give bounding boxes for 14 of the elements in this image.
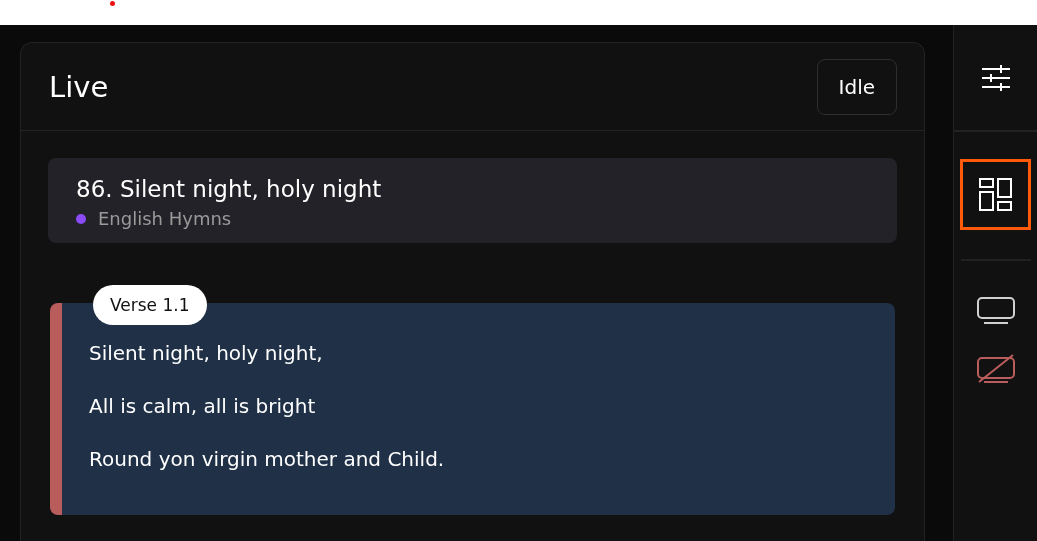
collection-name: English Hymns [98, 208, 232, 229]
status-button[interactable]: Idle [816, 58, 897, 115]
marker-dot [110, 1, 115, 6]
monitor-off-icon [976, 354, 1015, 384]
lyric-line: Silent night, holy night, [89, 341, 324, 365]
lyric-line: All is calm, all is bright [89, 394, 317, 418]
lyric-line: Round yon virgin mother and Child. [89, 447, 446, 471]
song-title: 86. Silent night, holy night [76, 176, 383, 202]
monitor-icon [976, 297, 1015, 325]
toolbar-button[interactable] [960, 159, 1031, 230]
sliders-icon [980, 63, 1011, 92]
panel-title: Live [49, 69, 109, 104]
layout-icon [979, 178, 1012, 211]
verse-label: Verse 1.1 [93, 285, 207, 325]
